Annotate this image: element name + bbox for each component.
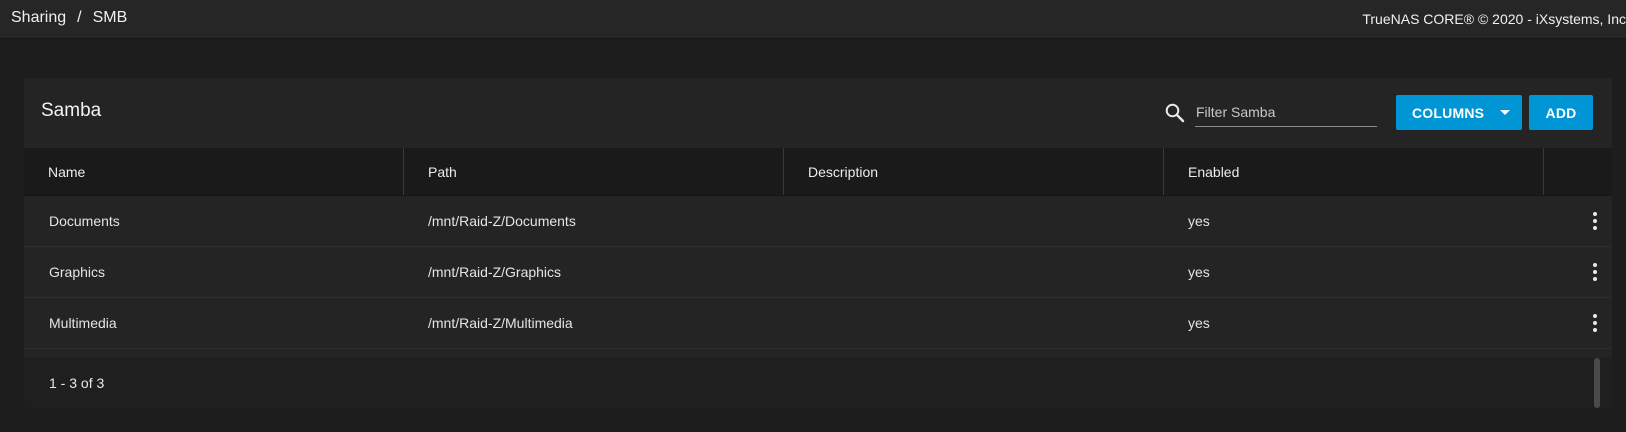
paginator-range-label: 1 - 3 of 3 bbox=[49, 375, 105, 391]
cell-path: /mnt/Raid-Z/Multimedia bbox=[428, 315, 573, 331]
scrollbar-thumb[interactable] bbox=[1594, 358, 1600, 408]
filter-samba-input[interactable] bbox=[1195, 98, 1377, 127]
cell-enabled: yes bbox=[1188, 264, 1210, 280]
cell-enabled: yes bbox=[1188, 315, 1210, 331]
more-vert-icon[interactable] bbox=[1544, 314, 1612, 332]
columns-button-label: COLUMNS bbox=[1412, 104, 1485, 121]
breadcrumb-separator: / bbox=[77, 9, 82, 26]
column-header-path[interactable]: Path bbox=[404, 148, 784, 195]
copyright-text[interactable]: TrueNAS CORE® © 2020 - iXsystems, Inc bbox=[1362, 11, 1626, 27]
table-row[interactable]: Documents /mnt/Raid-Z/Documents yes bbox=[24, 196, 1612, 247]
caret-down-icon bbox=[1500, 110, 1510, 115]
breadcrumb-item-smb: SMB bbox=[92, 9, 128, 26]
column-header-actions bbox=[1544, 148, 1612, 195]
samba-card: Samba COLUMNS ADD Name Path Description … bbox=[24, 78, 1612, 408]
table-row[interactable]: Multimedia /mnt/Raid-Z/Multimedia yes bbox=[24, 298, 1612, 349]
column-header-description[interactable]: Description bbox=[784, 148, 1164, 195]
top-bar: Sharing / SMB TrueNAS CORE® © 2020 - iXs… bbox=[0, 0, 1626, 39]
column-header-name[interactable]: Name bbox=[24, 148, 404, 195]
breadcrumb: Sharing / SMB bbox=[11, 9, 127, 27]
table-paginator: 1 - 3 of 3 bbox=[24, 358, 1612, 408]
table-header: Name Path Description Enabled bbox=[24, 148, 1612, 196]
cell-path: /mnt/Raid-Z/Graphics bbox=[428, 264, 562, 280]
search-icon bbox=[1164, 102, 1186, 124]
columns-button[interactable]: COLUMNS bbox=[1396, 95, 1522, 130]
more-vert-icon[interactable] bbox=[1544, 212, 1612, 230]
cell-name: Multimedia bbox=[49, 315, 117, 331]
cell-name: Documents bbox=[49, 213, 120, 229]
column-header-enabled[interactable]: Enabled bbox=[1164, 148, 1544, 195]
cell-name: Graphics bbox=[49, 264, 106, 280]
cell-enabled: yes bbox=[1188, 213, 1210, 229]
card-title: Samba bbox=[41, 100, 102, 121]
cell-path: /mnt/Raid-Z/Documents bbox=[428, 213, 576, 229]
table-row[interactable]: Graphics /mnt/Raid-Z/Graphics yes bbox=[24, 247, 1612, 298]
breadcrumb-item-sharing[interactable]: Sharing bbox=[11, 9, 66, 27]
more-vert-icon[interactable] bbox=[1544, 263, 1612, 281]
samba-table: Name Path Description Enabled Documents … bbox=[24, 148, 1612, 349]
add-button[interactable]: ADD bbox=[1529, 95, 1593, 130]
